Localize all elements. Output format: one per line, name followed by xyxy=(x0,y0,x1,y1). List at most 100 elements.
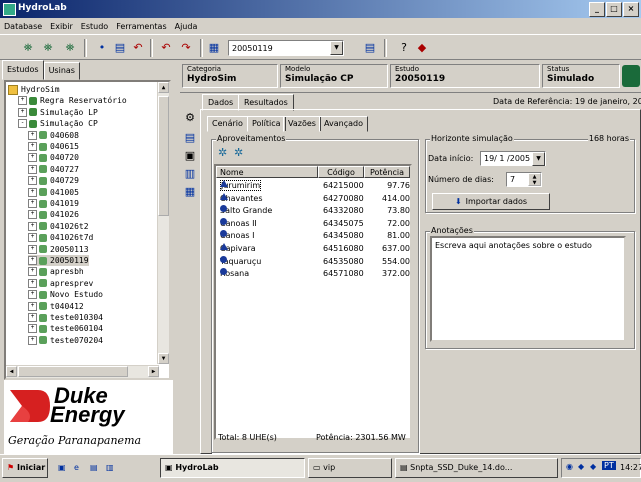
expand-icon[interactable]: + xyxy=(28,278,37,288)
tray-icon-3[interactable]: ◆ xyxy=(590,462,596,471)
table-row[interactable]: Capivara 64516080 637.00 xyxy=(216,243,410,255)
tree-node[interactable]: +041005 xyxy=(28,187,79,198)
expand-icon[interactable]: + xyxy=(28,324,37,334)
start-date-picker[interactable]: 19/ 1 /2005 ▼ xyxy=(480,151,546,166)
remove-plant-icon[interactable]: ✲ xyxy=(234,146,243,159)
tab-cenario[interactable]: Cenário xyxy=(207,116,248,132)
days-stepper[interactable]: 7 ▲ ▼ xyxy=(506,172,542,187)
study-tree[interactable]: HydroSim + Regra Reservatório + Simulação LP… xyxy=(4,80,171,380)
copy-study-icon[interactable]: ⛯ xyxy=(40,40,56,56)
scroll-up-icon[interactable]: ▲ xyxy=(158,82,169,93)
tree-node[interactable]: +040608 xyxy=(28,130,79,141)
chart-icon[interactable]: ▦ xyxy=(182,184,198,200)
forward-icon[interactable]: ↷ xyxy=(178,40,194,56)
document-icon[interactable]: ▤ xyxy=(182,130,198,146)
close-button[interactable]: × xyxy=(623,2,639,17)
table-row[interactable]: Taquaruçu 64535080 554.00 xyxy=(216,255,410,268)
calendar-icon[interactable]: ▦ xyxy=(206,40,222,56)
tab-estudos[interactable]: Estudos xyxy=(2,60,44,80)
expand-icon[interactable]: + xyxy=(28,199,37,208)
scroll-thumb[interactable] xyxy=(158,96,169,216)
expand-icon[interactable]: + xyxy=(28,256,37,265)
tree-node[interactable]: + t040412 xyxy=(28,301,84,312)
menu-exibir[interactable]: Exibir xyxy=(50,22,73,31)
stepper-arrows-icon[interactable]: ▲ ▼ xyxy=(528,173,541,186)
expand-icon[interactable]: + xyxy=(28,153,37,163)
quicklaunch-ie-icon[interactable]: e xyxy=(74,463,79,472)
tree-node[interactable]: +041026t2 xyxy=(28,221,89,232)
print-icon[interactable]: ▣ xyxy=(182,148,198,164)
quicklaunch-explorer-icon[interactable]: ▣ xyxy=(58,463,66,472)
expand-icon[interactable]: + xyxy=(28,210,37,220)
tree-node[interactable]: +20050113 xyxy=(28,244,89,255)
col-codigo[interactable]: Código xyxy=(318,166,364,178)
table-row[interactable]: Chavantes 64270080 414.00 xyxy=(216,192,410,205)
menu-database[interactable]: Database xyxy=(4,22,42,31)
quicklaunch-folder-icon[interactable]: ▥ xyxy=(106,463,114,472)
menu-ajuda[interactable]: Ajuda xyxy=(175,22,198,31)
back-icon[interactable]: ↶ xyxy=(158,40,174,56)
expand-icon[interactable]: + xyxy=(28,142,37,151)
expand-icon[interactable]: + xyxy=(28,221,37,231)
col-nome[interactable]: Nome xyxy=(216,166,318,178)
save-icon[interactable]: ▤ xyxy=(112,40,128,56)
expand-icon[interactable]: + xyxy=(28,164,37,174)
tree-node[interactable]: + Regra Reservatório xyxy=(18,95,127,106)
hscroll-thumb[interactable] xyxy=(18,366,128,377)
menu-estudo[interactable]: Estudo xyxy=(81,22,108,31)
expand-icon[interactable]: + xyxy=(28,290,37,300)
start-button[interactable]: ⚑ Iniciar xyxy=(2,458,48,478)
taskbar-item-vip[interactable]: ▭ vip xyxy=(308,458,392,478)
expand-icon[interactable]: + xyxy=(18,96,27,106)
menu-ferramentas[interactable]: Ferramentas xyxy=(116,22,166,31)
tree-vertical-scrollbar[interactable]: ▲ ▼ xyxy=(157,82,169,364)
expand-icon[interactable]: + xyxy=(28,233,37,243)
collapse-icon[interactable]: - xyxy=(18,119,27,129)
plants-list[interactable]: Nome Código Potência Jurumirim 64215000 97… xyxy=(214,164,412,440)
tree-node[interactable]: +041026 xyxy=(28,209,79,220)
notes-textarea[interactable]: Escreva aqui anotações sobre o estudo xyxy=(430,236,626,342)
tree-node[interactable]: +20050119 xyxy=(28,255,89,266)
table-row[interactable]: Canoas I 64345080 81.00 xyxy=(216,230,410,242)
minimize-button[interactable]: _ xyxy=(589,2,605,17)
table-row[interactable]: Canoas II 64345075 72.00 xyxy=(216,217,410,230)
tab-usinas[interactable]: Usinas xyxy=(43,62,80,80)
expand-icon[interactable]: + xyxy=(28,187,37,197)
import-data-button[interactable]: ⬇ Importar dados xyxy=(432,193,550,210)
tree-node[interactable]: +040720 xyxy=(28,152,79,163)
tab-politica[interactable]: Política xyxy=(247,116,286,132)
tray-icon-2[interactable]: ◆ xyxy=(578,462,584,471)
chevron-down-icon[interactable]: ▼ xyxy=(330,41,343,55)
maximize-button[interactable]: □ xyxy=(606,2,622,17)
study-combo[interactable]: 20050119 ▼ xyxy=(228,40,344,56)
tree-node[interactable]: + Simulação LP xyxy=(18,107,98,118)
table-row[interactable]: Salto Grande 64332080 73.80 xyxy=(216,205,410,217)
tree-node[interactable]: + teste010304 xyxy=(28,312,103,323)
expand-icon[interactable]: + xyxy=(18,107,27,117)
tray-icon-1[interactable]: ◉ xyxy=(566,462,573,471)
settings-icon[interactable]: ⚙ xyxy=(182,110,198,126)
tree-node[interactable]: - Simulação CP xyxy=(18,118,98,129)
taskbar-item-hydrolab[interactable]: ▣ HydroLab xyxy=(160,458,305,478)
expand-icon[interactable]: + xyxy=(28,176,37,186)
export-icon[interactable]: ▥ xyxy=(182,166,198,182)
tree-horizontal-scrollbar[interactable]: ◀ ▶ xyxy=(6,365,159,378)
tree-node[interactable]: +040615 xyxy=(28,141,79,152)
tree-node[interactable]: +040729 xyxy=(28,175,79,186)
col-potencia[interactable]: Potência xyxy=(364,166,410,178)
expand-icon[interactable]: + xyxy=(28,301,37,311)
quicklaunch-desktop-icon[interactable]: ▤ xyxy=(90,463,98,472)
chevron-down-icon[interactable]: ▼ xyxy=(532,152,545,166)
table-row[interactable]: Rosana 64571080 372.00 xyxy=(216,268,410,280)
expand-icon[interactable]: + xyxy=(28,267,37,277)
scroll-left-icon[interactable]: ◀ xyxy=(6,366,17,377)
run-icon[interactable]: • xyxy=(94,40,110,56)
help-icon[interactable]: ? xyxy=(396,40,412,56)
tree-node[interactable]: + apresbh xyxy=(28,266,84,277)
tree-node[interactable]: + teste070204 xyxy=(28,335,103,346)
expand-icon[interactable]: + xyxy=(28,313,37,322)
eraser-icon[interactable]: ◆ xyxy=(414,40,430,56)
tree-node[interactable]: HydroSim xyxy=(8,84,60,95)
tab-avancado[interactable]: Avançado xyxy=(319,116,368,132)
tree-node[interactable]: + apresprev xyxy=(28,278,93,289)
